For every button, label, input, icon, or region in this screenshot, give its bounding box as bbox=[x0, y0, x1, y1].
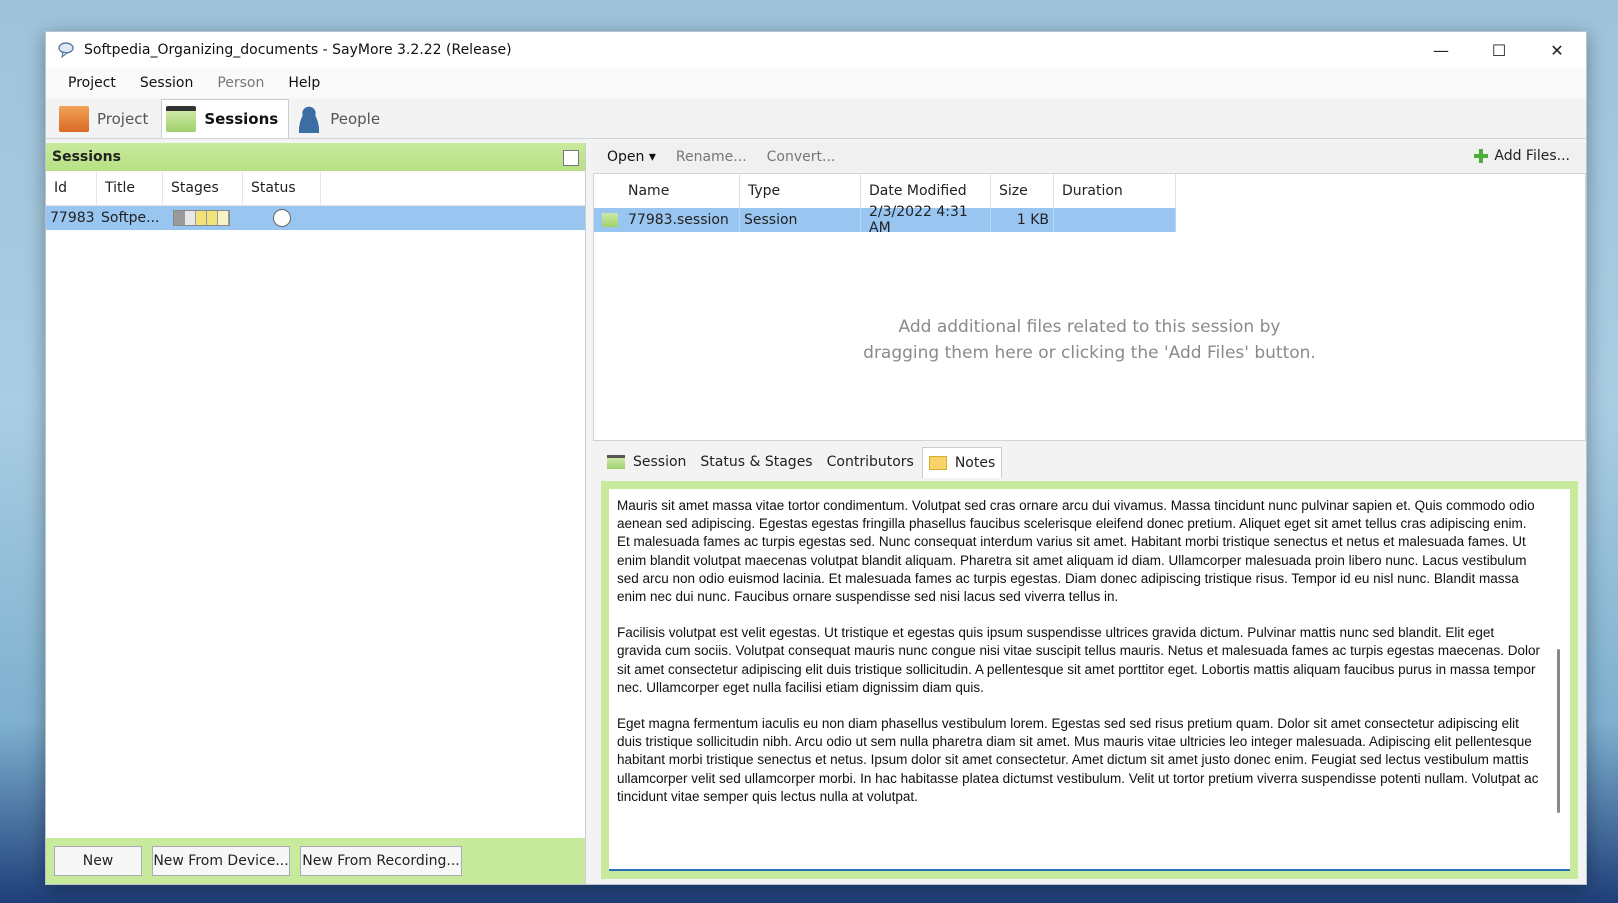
menu-help[interactable]: Help bbox=[276, 75, 332, 91]
file-name: 77983.session bbox=[628, 212, 729, 228]
new-session-button[interactable]: New bbox=[54, 846, 142, 876]
notes-paragraph-2: Facilisis volutpat est velit egestas. Ut… bbox=[617, 625, 1540, 695]
window-title: Softpedia_Organizing_documents - SayMore… bbox=[84, 42, 512, 58]
tab-project[interactable]: Project bbox=[54, 100, 159, 138]
sessions-panel-header: Sessions bbox=[46, 143, 585, 171]
person-icon bbox=[296, 105, 323, 133]
new-from-recording-button[interactable]: New From Recording... bbox=[300, 846, 462, 876]
tab-sessions[interactable]: Sessions bbox=[161, 99, 290, 138]
menu-session[interactable]: Session bbox=[128, 75, 205, 91]
column-status[interactable]: Status bbox=[243, 171, 321, 205]
tab-contributors[interactable]: Contributors bbox=[821, 447, 920, 477]
add-files-button[interactable]: Add Files... bbox=[1474, 148, 1570, 164]
notes-frame: Mauris sit amet massa vitae tortor condi… bbox=[601, 481, 1578, 879]
menu-bar: Project Session Person Help bbox=[46, 68, 1586, 98]
column-chooser-icon[interactable] bbox=[563, 150, 579, 166]
file-duration bbox=[1054, 208, 1176, 232]
notes-textarea[interactable]: Mauris sit amet massa vitae tortor condi… bbox=[609, 489, 1570, 871]
menu-person[interactable]: Person bbox=[205, 75, 276, 91]
open-button[interactable]: Open ▾ bbox=[607, 149, 656, 165]
minimize-button[interactable]: — bbox=[1412, 32, 1470, 68]
convert-button[interactable]: Convert... bbox=[767, 149, 836, 165]
tab-session[interactable]: Session bbox=[601, 447, 692, 477]
column-stages[interactable]: Stages bbox=[163, 171, 243, 205]
tab-project-label: Project bbox=[97, 110, 149, 128]
tab-session-label: Session bbox=[633, 454, 687, 470]
files-list[interactable]: Name Type Date Modified Size Duration 77… bbox=[593, 173, 1586, 441]
session-title: Softpe... bbox=[101, 210, 160, 226]
column-duration[interactable]: Duration bbox=[1054, 174, 1176, 208]
title-bar: Softpedia_Organizing_documents - SayMore… bbox=[46, 32, 1586, 68]
drop-hint-line2: dragging them here or clicking the 'Add … bbox=[863, 343, 1316, 363]
session-detail-panel: Open ▾ Rename... Convert... Add Files...… bbox=[593, 143, 1586, 884]
column-id[interactable]: Id bbox=[46, 171, 97, 205]
notes-folder-icon bbox=[928, 455, 947, 470]
session-icon bbox=[607, 455, 625, 469]
softpedia-watermark: SOFTPEDIA bbox=[1343, 828, 1526, 858]
folder-icon bbox=[59, 106, 89, 132]
column-name[interactable]: Name bbox=[594, 174, 740, 208]
plus-icon bbox=[1474, 149, 1489, 163]
session-row[interactable]: 77983 Softpe... bbox=[46, 206, 585, 230]
notes-paragraph-3: Eget magna fermentum iaculis eu non diam… bbox=[617, 716, 1539, 804]
menu-project[interactable]: Project bbox=[56, 75, 128, 91]
tab-notes-label: Notes bbox=[954, 454, 996, 471]
status-circle-icon bbox=[273, 209, 291, 227]
add-files-label: Add Files... bbox=[1494, 148, 1570, 164]
detail-tabs: Session Status & Stages Contributors Not… bbox=[593, 443, 1586, 481]
column-type[interactable]: Type bbox=[740, 174, 861, 208]
session-id: 77983 bbox=[50, 210, 95, 226]
column-size[interactable]: Size bbox=[991, 174, 1054, 208]
app-window: Softpedia_Organizing_documents - SayMore… bbox=[45, 31, 1587, 885]
tab-people[interactable]: People bbox=[291, 100, 391, 138]
stage-segment-2 bbox=[185, 211, 196, 225]
tab-sessions-label: Sessions bbox=[204, 110, 279, 128]
session-stages bbox=[163, 206, 243, 230]
stages-indicator bbox=[173, 210, 230, 226]
file-date-modified: 2/3/2022 4:31 AM bbox=[861, 204, 991, 236]
stage-segment-4 bbox=[207, 211, 218, 225]
main-tabs: Project Sessions People bbox=[46, 98, 1586, 139]
sessions-list-header: Id Title Stages Status bbox=[46, 171, 585, 206]
tab-notes[interactable]: Notes bbox=[921, 446, 1003, 478]
maximize-button[interactable]: ☐ bbox=[1470, 32, 1528, 68]
file-name-cell: 77983.session bbox=[594, 208, 740, 232]
drop-hint-line1: Add additional files related to this ses… bbox=[898, 317, 1281, 337]
sessions-panel: Sessions Id Title Stages Status 77983 So… bbox=[46, 143, 586, 884]
clapperboard-icon bbox=[166, 106, 197, 132]
column-date-modified[interactable]: Date Modified bbox=[861, 174, 991, 208]
sessions-footer: New New From Device... New From Recordin… bbox=[46, 838, 585, 884]
rename-button[interactable]: Rename... bbox=[676, 149, 747, 165]
session-file-icon bbox=[602, 213, 618, 227]
tab-people-label: People bbox=[330, 110, 381, 128]
notes-scrollbar[interactable] bbox=[1557, 649, 1560, 813]
tab-status-stages[interactable]: Status & Stages bbox=[694, 447, 818, 477]
stage-segment-3 bbox=[196, 211, 207, 225]
saymore-app-icon bbox=[58, 42, 74, 59]
drop-hint: Add additional files related to this ses… bbox=[594, 314, 1585, 366]
close-button[interactable]: ✕ bbox=[1528, 32, 1586, 68]
notes-paragraph-1: Mauris sit amet massa vitae tortor condi… bbox=[617, 498, 1535, 605]
session-status bbox=[243, 206, 321, 230]
stage-segment-5 bbox=[218, 211, 229, 225]
column-title[interactable]: Title bbox=[97, 171, 163, 205]
file-type: Session bbox=[740, 208, 861, 232]
sessions-panel-title: Sessions bbox=[52, 149, 121, 165]
new-from-device-button[interactable]: New From Device... bbox=[152, 846, 290, 876]
stage-segment-1 bbox=[174, 211, 185, 225]
files-toolbar: Open ▾ Rename... Convert... Add Files... bbox=[593, 143, 1586, 171]
file-size: 1 KB bbox=[991, 208, 1054, 232]
file-row[interactable]: 77983.session Session 2/3/2022 4:31 AM 1… bbox=[594, 204, 1176, 236]
